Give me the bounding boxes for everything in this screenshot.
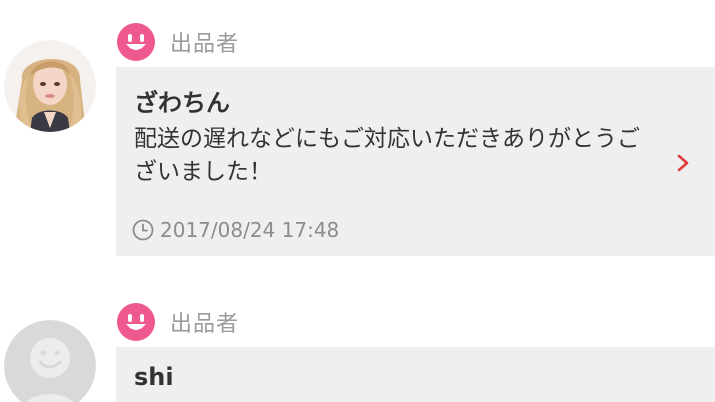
smile-icon — [117, 303, 155, 341]
review-date: 2017/08/24 17:48 — [160, 218, 340, 242]
clock-icon — [132, 219, 154, 241]
review-list: 出品者 ざわちん 配送の遅れなどにもご対応いただきありがとうございました！ 20… — [0, 0, 715, 402]
chevron-right-icon[interactable] — [673, 153, 693, 173]
default-avatar-icon — [4, 320, 96, 402]
user-avatar[interactable] — [4, 40, 96, 132]
user-avatar[interactable] — [4, 320, 96, 402]
review-card[interactable]: shi — [116, 347, 715, 402]
user-name[interactable]: ざわちん — [134, 83, 230, 118]
smile-icon — [117, 23, 155, 61]
role-label: 出品者 — [170, 312, 240, 337]
user-name[interactable]: shi — [134, 363, 174, 391]
review-item: 出品者 shi — [0, 280, 715, 402]
role-label: 出品者 — [170, 32, 240, 57]
review-date-row: 2017/08/24 17:48 — [132, 218, 339, 242]
review-card[interactable]: ざわちん 配送の遅れなどにもご対応いただきありがとうございました！ 2017/0… — [116, 67, 715, 256]
role-row: 出品者 — [116, 302, 239, 342]
role-row: 出品者 — [116, 22, 239, 62]
user-photo — [4, 40, 96, 132]
review-item: 出品者 ざわちん 配送の遅れなどにもご対応いただきありがとうございました！ 20… — [0, 0, 715, 260]
review-comment: 配送の遅れなどにもご対応いただきありがとうございました！ — [134, 126, 640, 185]
